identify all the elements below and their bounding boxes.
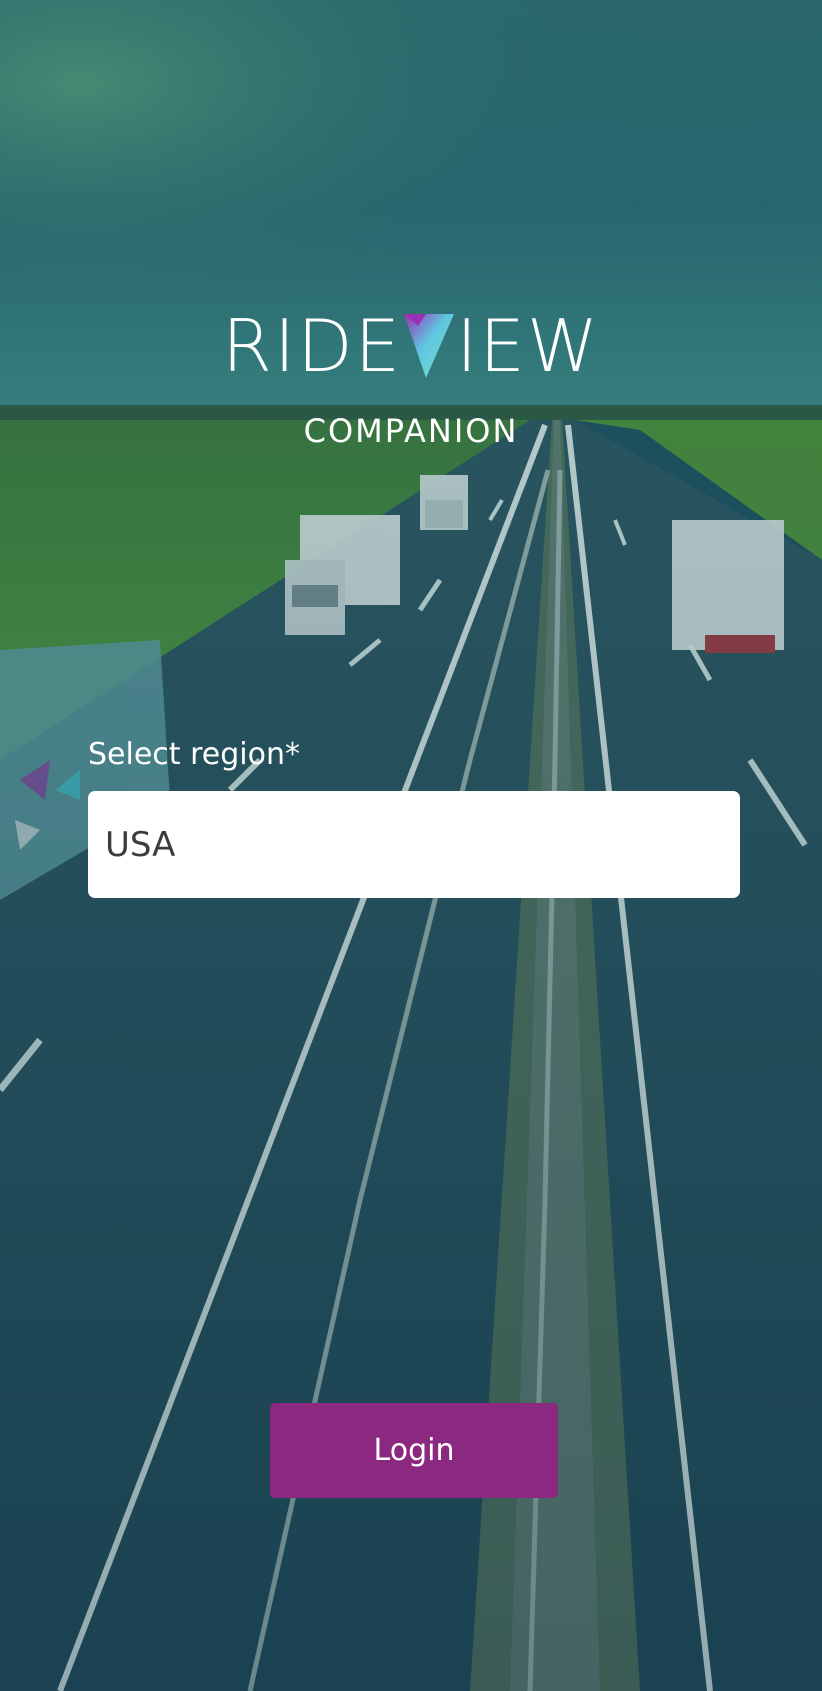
region-label: Select region*: [88, 737, 300, 772]
logo-wordmark: RIDE IEW: [222, 310, 600, 382]
region-value: USA: [105, 824, 176, 865]
logo-subtitle: COMPANION: [303, 412, 519, 450]
logo-v-icon: [404, 314, 455, 378]
logo-text-left: RIDE: [221, 304, 403, 388]
login-button[interactable]: Login: [270, 1403, 558, 1498]
region-select[interactable]: USA: [88, 791, 740, 898]
logo-text-right: IEW: [456, 304, 601, 388]
login-screen: RIDE IEW COMPANION Select region* USA Lo…: [0, 0, 822, 1691]
app-logo: RIDE IEW COMPANION: [0, 310, 822, 450]
